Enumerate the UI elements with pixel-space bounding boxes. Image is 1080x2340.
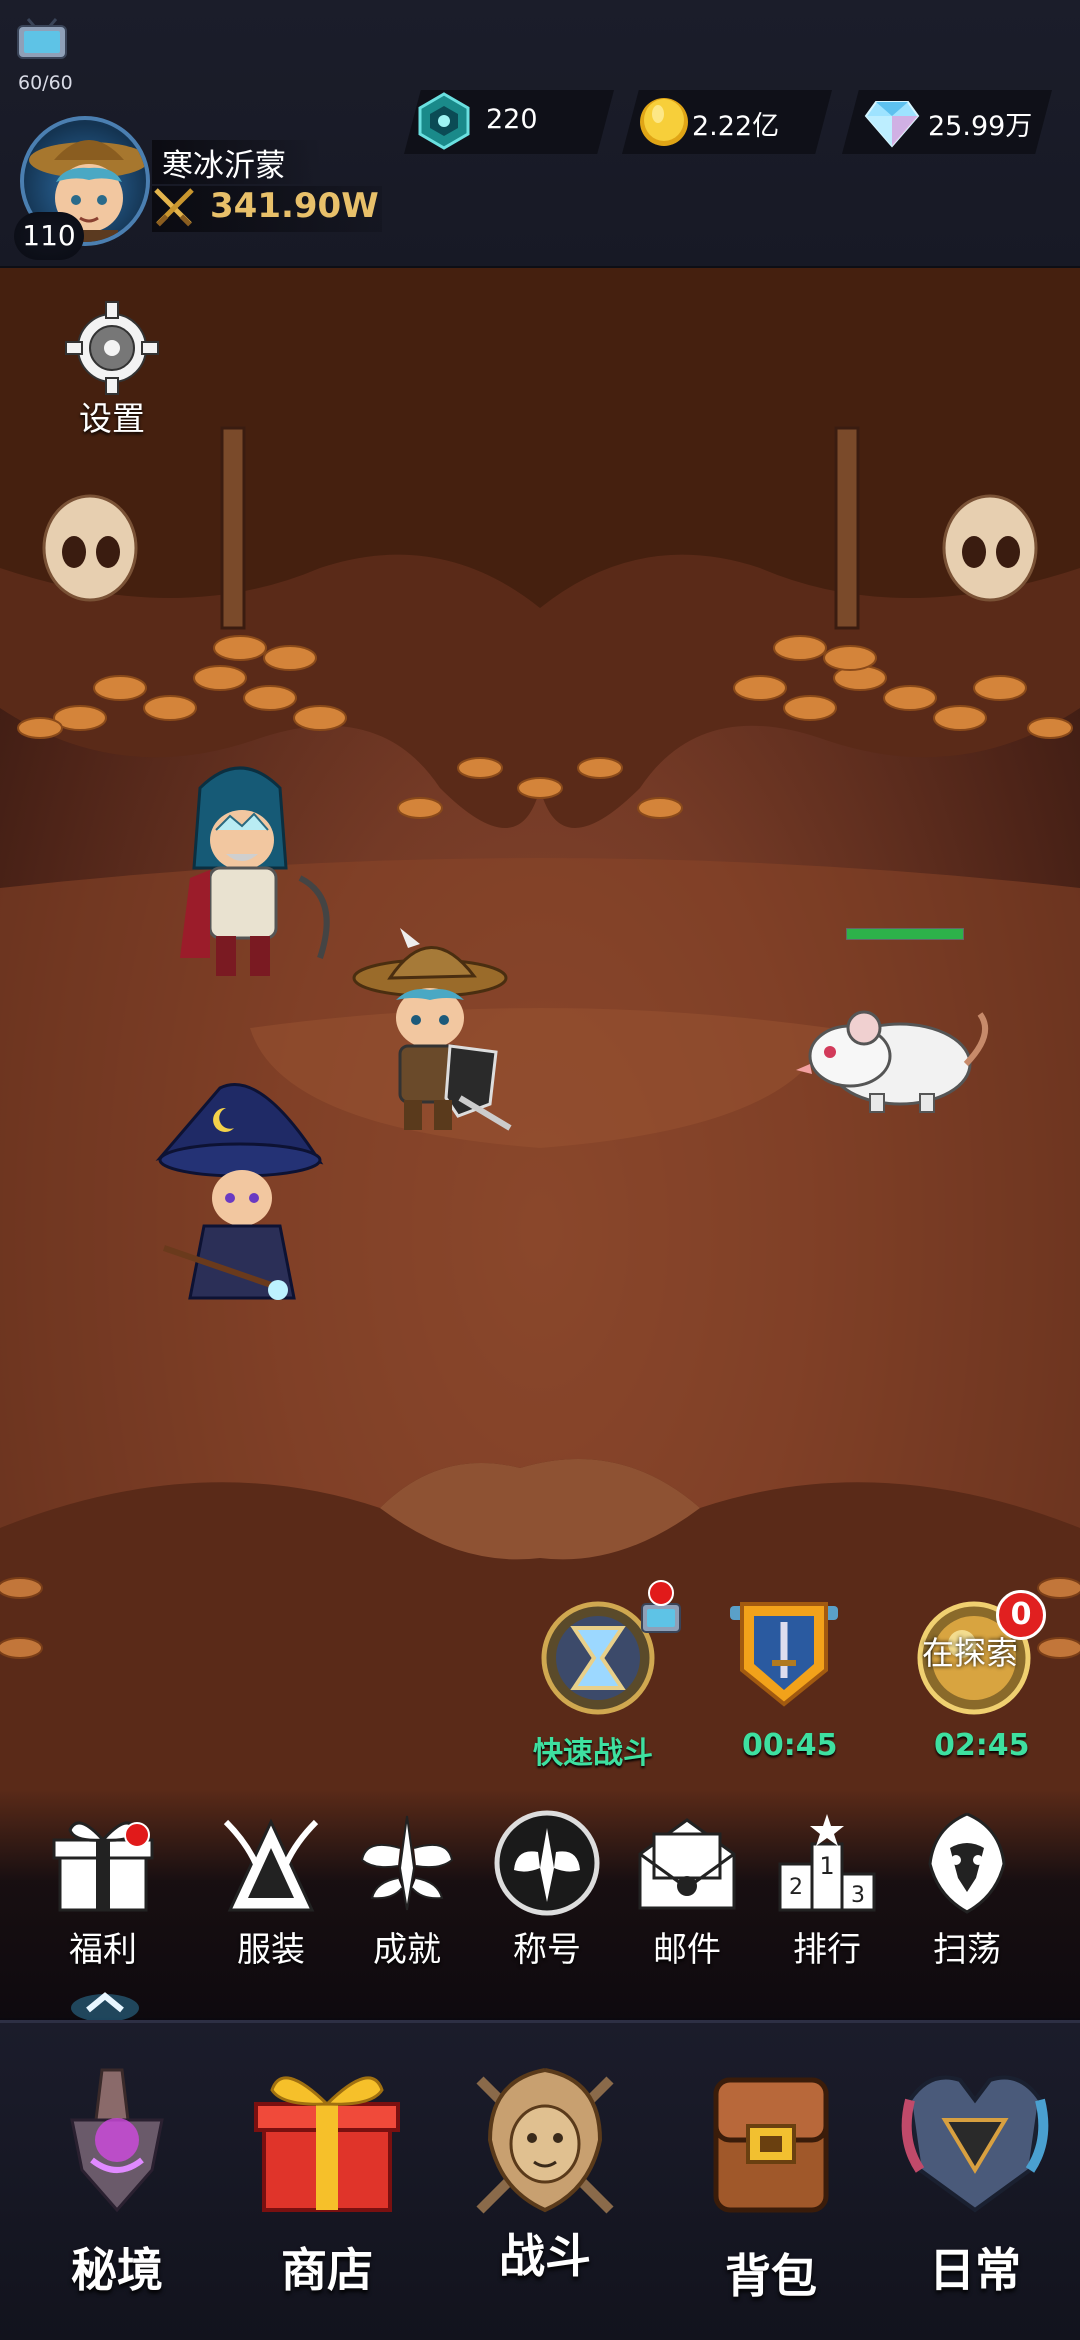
hooded-archer-hero[interactable]: [170, 758, 350, 988]
ranking-label: 排行: [793, 1930, 861, 1970]
mail-icon: [638, 1818, 736, 1910]
diamond-icon: [864, 101, 920, 148]
welfare-label: 福利: [69, 1930, 137, 1970]
title-button[interactable]: 称号: [482, 1808, 612, 1971]
svg-text:3: 3: [851, 1883, 865, 1908]
nav-backpack[interactable]: 背包: [676, 2060, 866, 2306]
mail-label: 邮件: [653, 1930, 721, 1970]
enemy-health-fill: [847, 929, 963, 939]
achievement-label: 成就: [373, 1930, 441, 1970]
sword-shield-icon[interactable]: [724, 1594, 844, 1714]
svg-text:2: 2: [789, 1875, 803, 1900]
daily-icon: [901, 2075, 1049, 2213]
enemy-health-bar: [846, 928, 964, 940]
top-bar: 60/60 110 寒冰沂蒙 341.90W 220 2.22亿 25.99万: [0, 0, 1080, 268]
nav-battle[interactable]: 战斗: [450, 2060, 640, 2286]
nav-shop-label: 商店: [281, 2243, 373, 2297]
combat-power: 341.90W: [210, 186, 379, 226]
diamond-value: 25.99万: [928, 111, 1033, 142]
gem-token-icon: [418, 92, 470, 150]
tv-ad-icon[interactable]: [16, 18, 68, 60]
settings-gear-icon[interactable]: [64, 300, 160, 396]
wizard-hero[interactable]: [150, 1068, 330, 1318]
sweep-button[interactable]: 扫荡: [902, 1808, 1032, 1971]
shop-gift-icon: [254, 2076, 400, 2212]
battle-lion-icon: [476, 2068, 614, 2214]
mail-button[interactable]: 邮件: [622, 1808, 752, 1971]
explore-count-badge: 0: [996, 1590, 1046, 1640]
title-icon: [494, 1810, 600, 1916]
costume-button[interactable]: 服装: [206, 1808, 336, 1971]
achievement-icon: [360, 1815, 454, 1911]
costume-icon: [223, 1818, 319, 1912]
ranking-button[interactable]: 1 2 3 排行: [762, 1808, 892, 1971]
notification-dot: [648, 1580, 674, 1606]
chevron-up-icon[interactable]: [70, 1982, 140, 2022]
gold-value: 2.22亿: [692, 111, 780, 142]
secret-realm-icon: [70, 2068, 164, 2213]
nav-backpack-label: 背包: [725, 2249, 817, 2303]
crossed-swords-icon: [154, 188, 194, 227]
nav-shop[interactable]: 商店: [232, 2060, 422, 2300]
cowboy-knight-hero[interactable]: [350, 928, 520, 1138]
battle-scene: 设置 快速战斗 00:45 在探索 0 02:45: [0, 268, 1080, 2018]
gold-coin-icon: [640, 98, 688, 146]
white-rat-enemy[interactable]: [790, 994, 1000, 1124]
battle-timer-label: 00:45: [742, 1728, 838, 1763]
backpack-icon: [713, 2077, 829, 2213]
nav-battle-label: 战斗: [499, 2229, 591, 2283]
ranking-icon: 1 2 3: [778, 1814, 876, 1912]
settings-label[interactable]: 设置: [60, 392, 164, 440]
nav-secret-realm[interactable]: 秘境: [22, 2060, 212, 2300]
player-name: 寒冰沂蒙: [162, 148, 286, 184]
stamina-counter: 60/60: [18, 72, 73, 94]
sweep-icon: [928, 1812, 1006, 1914]
title-label: 称号: [513, 1930, 581, 1970]
notification-dot: [124, 1822, 150, 1848]
nav-daily[interactable]: 日常: [880, 2060, 1070, 2300]
exploring-status: 在探索: [922, 1634, 1019, 1672]
gem-token-value: 220: [486, 104, 538, 135]
sweep-label: 扫荡: [933, 1930, 1001, 1970]
svg-text:1: 1: [819, 1852, 834, 1880]
explore-timer-label: 02:45: [934, 1728, 1030, 1763]
nav-secret-realm-label: 秘境: [71, 2243, 163, 2297]
nav-daily-label: 日常: [929, 2243, 1021, 2297]
achievement-button[interactable]: 成就: [342, 1808, 472, 1971]
quick-battle-label[interactable]: 快速战斗: [533, 1728, 653, 1772]
costume-label: 服装: [237, 1930, 305, 1970]
player-level: 110: [14, 212, 84, 260]
